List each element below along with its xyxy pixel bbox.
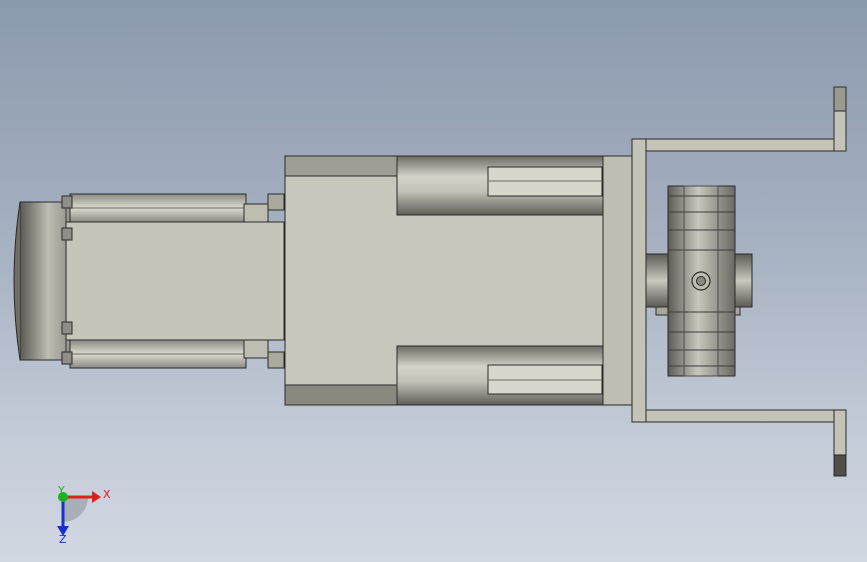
triad-plane-shading [63, 497, 88, 522]
cad-viewport[interactable]: X Y Z [0, 0, 867, 562]
y-axis-label: Y [57, 484, 65, 497]
x-axis-label: X [103, 488, 111, 501]
z-axis-label: Z [59, 533, 67, 546]
coordinate-triad: X Y Z [57, 484, 111, 546]
